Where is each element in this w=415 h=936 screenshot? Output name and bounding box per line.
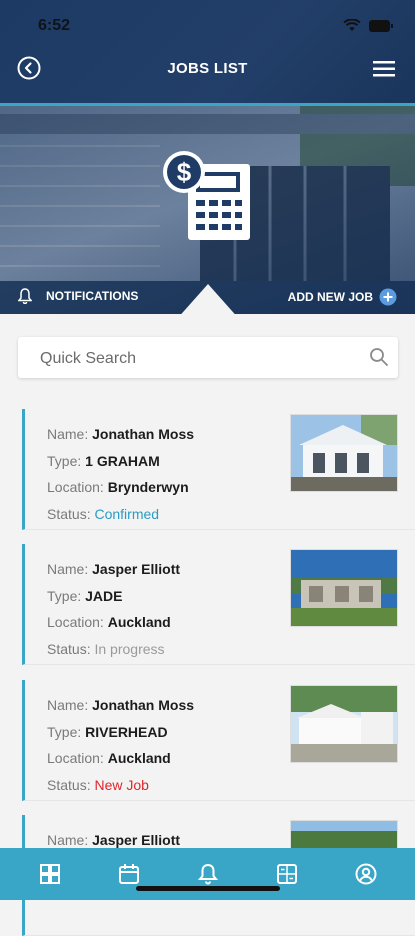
job-card[interactable]: Name: Jonathan Moss Type: RIVERHEAD Loca… (22, 680, 415, 801)
job-location: Auckland (107, 614, 171, 630)
bottom-navigation (0, 848, 415, 900)
page-title: JOBS LIST (167, 60, 248, 77)
calculator-dollar-icon: $ (163, 151, 250, 240)
job-name-row: Name: Jasper Elliott (47, 561, 181, 577)
job-status: New Job (94, 776, 149, 793)
search-icon[interactable] (369, 347, 389, 367)
home-indicator[interactable] (136, 886, 280, 891)
job-name-row: Name: Jonathan Moss (47, 697, 195, 713)
job-info: Name: Jonathan Moss Type: RIVERHEAD Loca… (47, 692, 194, 798)
job-type-row: Type: 1 GRAHAM (47, 452, 160, 469)
job-status-row: Status: Confirmed (47, 505, 160, 522)
search-input[interactable] (38, 337, 362, 380)
job-name: Jonathan Moss (92, 426, 195, 442)
notifications-label: NOTIFICATIONS (46, 289, 139, 303)
bell-outline-icon (18, 288, 32, 304)
bell-icon[interactable] (196, 862, 220, 886)
app-header: 6:52 JOBS LIST (0, 0, 415, 103)
job-type: JADE (85, 587, 123, 604)
hero-banner: $ NOTIFICATIONS ADD NEW JOB (0, 106, 415, 320)
wifi-icon (343, 19, 361, 31)
job-thumbnail-image[interactable] (290, 549, 398, 627)
add-new-job-button[interactable]: ADD NEW JOB (288, 288, 397, 306)
job-type: 1 GRAHAM (85, 452, 160, 469)
menu-icon[interactable] (373, 60, 395, 78)
job-location-row: Location: Auckland (47, 750, 171, 766)
job-card[interactable]: Name: Jonathan Moss Type: 1 GRAHAM Locat… (22, 409, 415, 530)
job-location: Auckland (107, 750, 171, 766)
job-thumbnail-image[interactable] (290, 414, 398, 492)
job-info: Name: Jonathan Moss Type: 1 GRAHAM Locat… (47, 421, 194, 527)
add-new-job-label: ADD NEW JOB (287, 290, 373, 304)
job-location-row: Location: Auckland (47, 614, 171, 630)
calendar-icon[interactable] (117, 862, 141, 886)
job-type: RIVERHEAD (85, 723, 168, 740)
job-name-row: Name: Jonathan Moss (47, 426, 195, 442)
job-name: Jasper Elliott (92, 832, 181, 848)
status-bar-icons (343, 19, 393, 32)
job-type-row: Type: RIVERHEAD (47, 723, 168, 740)
job-status: Confirmed (94, 505, 160, 522)
job-name: Jonathan Moss (92, 697, 195, 713)
job-thumbnail-image[interactable] (290, 685, 398, 763)
dashboard-icon[interactable] (38, 862, 62, 886)
job-location: Brynderwyn (107, 479, 189, 495)
calculator-icon[interactable] (275, 862, 299, 886)
job-type-row: Type: JADE (47, 587, 123, 604)
job-location-row: Location: Brynderwyn (47, 479, 189, 495)
status-bar-time: 6:52 (38, 17, 71, 34)
battery-icon (369, 19, 393, 32)
svg-text:$: $ (177, 157, 192, 187)
job-name: Jasper Elliott (92, 561, 181, 577)
job-status-row: Status: New Job (47, 776, 149, 793)
plus-circle-icon (379, 288, 397, 306)
job-info: Name: Jasper Elliott Type: JADE Location… (47, 556, 180, 662)
notifications-button[interactable]: NOTIFICATIONS (18, 288, 138, 304)
hero-bottom-edge (0, 314, 415, 320)
quick-search-bar[interactable] (18, 337, 398, 380)
job-status: In progress (94, 640, 165, 657)
job-card[interactable]: Name: Jasper Elliott Type: JADE Location… (22, 544, 415, 665)
profile-icon[interactable] (354, 862, 378, 886)
job-status-row: Status: In progress (47, 640, 165, 657)
